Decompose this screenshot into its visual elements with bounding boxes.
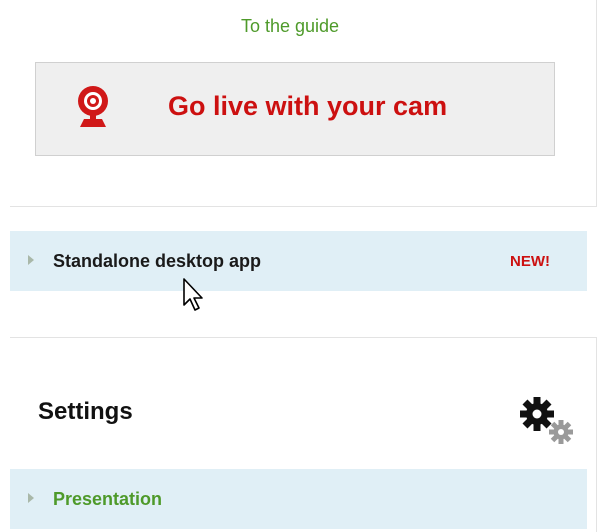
expand-triangle-icon <box>28 493 34 503</box>
desktop-app-row[interactable]: Standalone desktop app NEW! <box>10 231 587 291</box>
presentation-label: Presentation <box>53 489 163 509</box>
webcam-icon <box>76 85 110 129</box>
settings-panel: Settings Presentation <box>10 337 597 532</box>
go-live-label: Go live with your cam <box>168 91 448 121</box>
gears-icon[interactable] <box>515 396 585 448</box>
guide-link[interactable]: To the guide <box>10 16 570 37</box>
page: To the guide Go live with your cam Stand… <box>0 0 600 532</box>
new-badge: NEW! <box>510 253 550 270</box>
expand-triangle-icon <box>28 255 34 265</box>
desktop-app-label: Standalone desktop app <box>53 251 262 271</box>
go-live-button[interactable]: Go live with your cam <box>35 62 555 156</box>
settings-title: Settings <box>38 398 133 425</box>
broadcast-panel: To the guide Go live with your cam <box>10 0 597 207</box>
settings-item-presentation[interactable]: Presentation <box>10 469 587 529</box>
